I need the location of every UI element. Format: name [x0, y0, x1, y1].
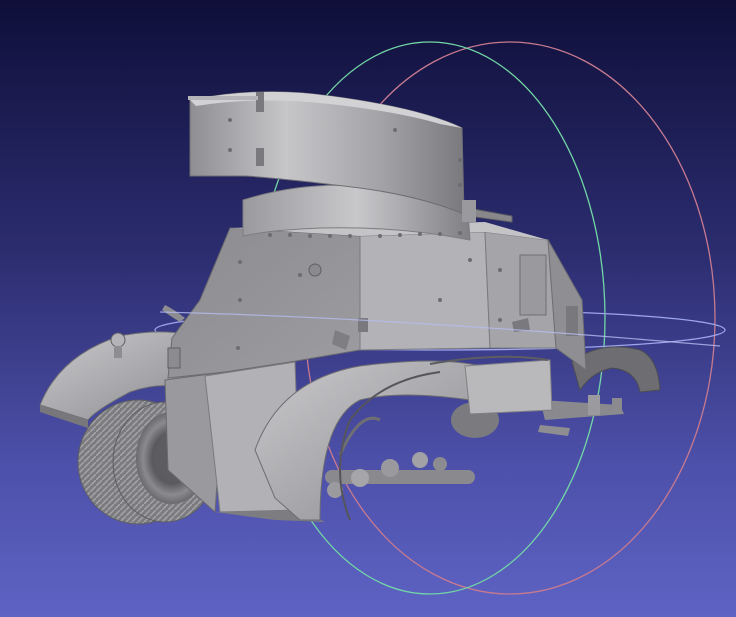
3d-viewport[interactable] [0, 0, 736, 617]
model-scene[interactable] [0, 0, 736, 617]
armored-car-model[interactable] [39, 91, 661, 525]
